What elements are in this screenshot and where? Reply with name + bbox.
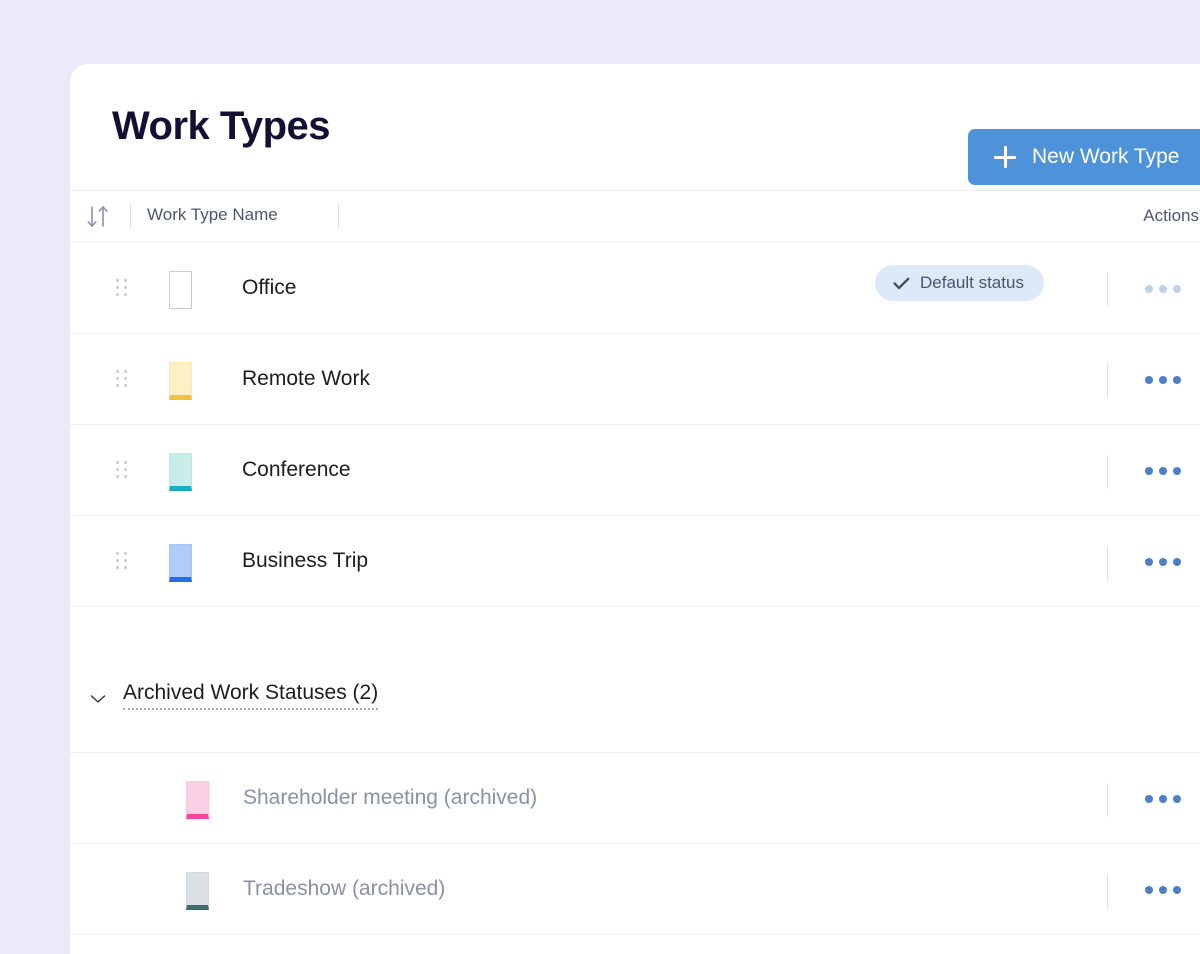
row-actions-menu-button[interactable] [1135, 785, 1191, 813]
plus-icon [994, 146, 1016, 168]
card-header: Work Types New Work Type [70, 64, 1200, 190]
chevron-down-icon [90, 691, 106, 703]
work-type-name: Shareholder meeting (archived) [243, 786, 538, 809]
work-type-name: Remote Work [242, 367, 370, 390]
drag-handle-icon[interactable] [116, 461, 127, 478]
column-header-work-type-name[interactable]: Work Type Name [147, 205, 278, 225]
work-type-name: Business Trip [242, 549, 369, 572]
row-divider [1107, 783, 1108, 817]
header-divider-right [338, 203, 339, 229]
work-type-name: Tradeshow (archived) [243, 877, 446, 900]
more-horizontal-icon-dot [1159, 467, 1167, 475]
table-row[interactable]: Business Trip [70, 516, 1200, 607]
color-swatch [169, 544, 192, 582]
status-badge-label: Default status [920, 273, 1024, 292]
drag-handle-icon[interactable] [116, 370, 127, 387]
color-swatch [186, 781, 209, 819]
table-row[interactable]: Conference [70, 425, 1200, 516]
archived-spacer [70, 723, 1200, 752]
more-horizontal-icon-dot [1145, 795, 1153, 803]
more-horizontal-icon-dot [1173, 558, 1181, 566]
header-divider-left [130, 203, 131, 229]
row-actions-menu-button[interactable] [1135, 275, 1191, 303]
row-divider [1107, 874, 1108, 908]
work-type-name: Conference [242, 458, 351, 481]
row-divider [1107, 546, 1108, 580]
table-row[interactable]: Remote Work [70, 334, 1200, 425]
more-horizontal-icon-dot [1145, 467, 1153, 475]
more-horizontal-icon-dot [1173, 886, 1181, 894]
check-icon [893, 277, 910, 290]
color-swatch [186, 872, 209, 910]
archived-work-types-list: Shareholder meeting (archived) Tradeshow… [70, 752, 1200, 935]
more-horizontal-icon-dot [1145, 285, 1153, 293]
row-actions-menu-button[interactable] [1135, 876, 1191, 904]
work-types-card: Work Types New Work Type Work Type Name … [70, 64, 1200, 954]
work-type-name: Office [242, 276, 297, 299]
more-horizontal-icon-dot [1173, 376, 1181, 384]
more-horizontal-icon-dot [1145, 886, 1153, 894]
drag-handle-icon[interactable] [116, 552, 127, 569]
more-horizontal-icon-dot [1159, 886, 1167, 894]
sort-arrows-icon[interactable] [83, 204, 117, 230]
row-actions-menu-button[interactable] [1135, 457, 1191, 485]
row-actions-menu-button[interactable] [1135, 548, 1191, 576]
more-horizontal-icon-dot [1145, 558, 1153, 566]
table-row[interactable]: Office Default status [70, 243, 1200, 334]
more-horizontal-icon-dot [1159, 285, 1167, 293]
more-horizontal-icon-dot [1173, 467, 1181, 475]
more-horizontal-icon-dot [1159, 795, 1167, 803]
more-horizontal-icon-dot [1159, 558, 1167, 566]
table-row[interactable]: Tradeshow (archived) [70, 843, 1200, 935]
page-background: Work Types New Work Type Work Type Name … [0, 0, 1200, 954]
color-swatch [169, 362, 192, 400]
color-swatch [169, 453, 192, 491]
archived-section-title: Archived Work Statuses (2) [123, 682, 379, 710]
work-types-list: Office Default status Remote Work Confer… [70, 243, 1200, 607]
row-divider [1107, 273, 1108, 307]
status-badge: Default status [875, 265, 1044, 301]
column-header-actions: Actions [1143, 206, 1199, 225]
more-horizontal-icon-dot [1145, 376, 1153, 384]
row-actions-menu-button[interactable] [1135, 366, 1191, 394]
table-row[interactable]: Shareholder meeting (archived) [70, 752, 1200, 843]
drag-handle-icon[interactable] [116, 279, 127, 296]
new-work-type-label: New Work Type [1032, 145, 1180, 168]
page-title: Work Types [112, 104, 331, 148]
color-swatch [169, 271, 192, 309]
more-horizontal-icon-dot [1173, 795, 1181, 803]
more-horizontal-icon-dot [1159, 376, 1167, 384]
new-work-type-button[interactable]: New Work Type [968, 129, 1200, 185]
table-header-row: Work Type Name Actions [70, 190, 1200, 243]
row-divider [1107, 455, 1108, 489]
archived-section-toggle[interactable]: Archived Work Statuses (2) [70, 669, 1200, 723]
row-divider [1107, 364, 1108, 398]
more-horizontal-icon-dot [1173, 285, 1181, 293]
